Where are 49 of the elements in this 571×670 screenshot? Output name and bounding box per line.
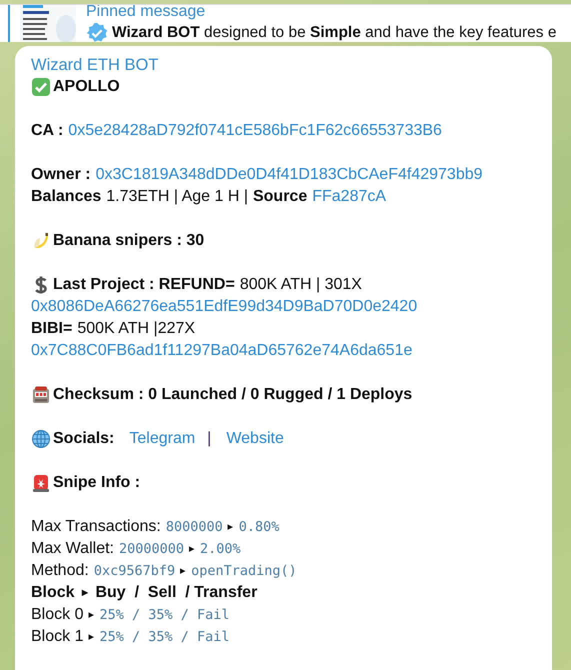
code-value: 0xc9567bf9 (94, 562, 176, 581)
field-value: Block 1 (31, 627, 84, 647)
arrow-icon: ▸ (88, 626, 94, 648)
field-label: Balances (31, 187, 102, 207)
separator-text: | (207, 429, 212, 449)
field-label: Block (31, 583, 75, 603)
field-value: 500K ATH |227X (77, 319, 196, 339)
pinned-text: Wizard BOT designed to be Simple and have the key features e (112, 24, 556, 42)
field-label: Socials: (53, 429, 114, 449)
address-link[interactable]: FFa287cA (312, 186, 386, 208)
code-value: 25% / 35% / Fail (99, 628, 230, 647)
field-label: Source (252, 187, 308, 207)
arrow-icon: ▸ (88, 604, 94, 626)
field-label: BIBI= (31, 319, 72, 339)
address-link[interactable]: 0x7C88C0FB6ad1f11297Ba04aD65762e74A6da651e (31, 340, 412, 362)
field-value: Method: (31, 561, 89, 581)
code-value: 8000000 (166, 518, 223, 537)
field-label: Checksum : 0 Launched / 0 Rugged / 1 Deploys (53, 385, 412, 405)
check-mark-icon (31, 77, 51, 97)
address-link[interactable]: 0x5e28428aD792f0741cE586bFc1F62c66553733B6 (68, 120, 442, 142)
field-label: APOLLO (53, 77, 120, 97)
field-label: CA : (31, 121, 64, 141)
arrow-icon: ▸ (228, 516, 234, 538)
sender-name[interactable]: Wizard ETH BOT (31, 54, 536, 76)
code-value: 20000000 (118, 540, 184, 559)
address-link[interactable]: 0x8086DeA66276ea551EdfE99d34D9BaD70D0e2420 (31, 296, 418, 318)
code-value: 2.00% (200, 540, 241, 559)
arrow-icon: ▸ (189, 538, 196, 560)
social-link[interactable]: Website (226, 428, 284, 450)
address-link[interactable]: 0x3C1819A348dDDe0D4f41D183CbCAeF4f42973bb9 (96, 164, 483, 186)
code-value: openTrading() (191, 562, 297, 581)
social-link[interactable]: Telegram (129, 428, 196, 450)
field-label: Banana snipers : 30 (53, 231, 204, 251)
field-value: Block 0 (31, 605, 84, 625)
globe-icon (31, 429, 51, 449)
field-label: Buy / Sell / Transfer (95, 583, 258, 603)
field-value: Max Wallet: (31, 539, 114, 559)
code-value: 25% / 35% / Fail (99, 606, 230, 625)
slot-machine-icon (31, 385, 51, 405)
siren-icon (31, 473, 51, 493)
code-value: 0.80% (238, 518, 280, 537)
field-value: Max Transactions: (31, 517, 161, 537)
field-value: 800K ATH | 301X (240, 275, 362, 295)
field-label: Snipe Info : (53, 473, 140, 493)
field-label: Owner : (31, 165, 91, 185)
field-label: Last Project : REFUND= (53, 275, 235, 295)
arrow-icon: ► (80, 582, 90, 604)
arrow-icon: ▸ (180, 560, 186, 582)
field-value: 1.73ETH | Age 1 H | (106, 187, 248, 207)
